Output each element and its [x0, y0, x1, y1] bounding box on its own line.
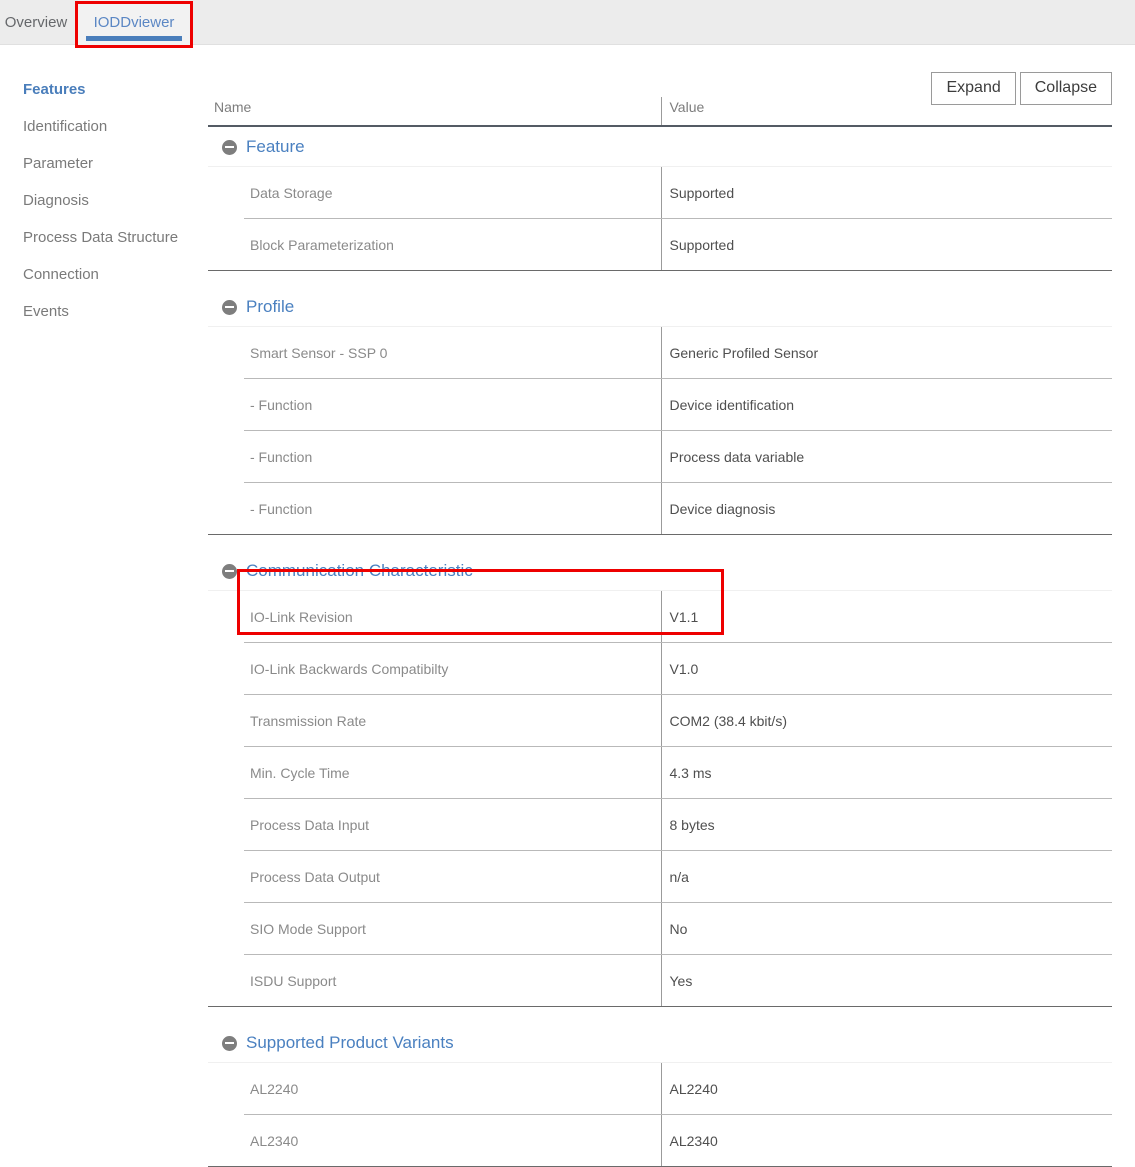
- sidebar-item-label: Events: [23, 303, 69, 320]
- table-header-row: Name Value: [208, 97, 1112, 127]
- sidebar-item-events[interactable]: Events: [23, 303, 69, 320]
- row-name: AL2340: [208, 1114, 661, 1167]
- row-name: IO-Link Backwards Compatibilty: [208, 642, 661, 695]
- row-name: Process Data Output: [208, 850, 661, 903]
- row-name: AL2240: [208, 1062, 661, 1115]
- row-value: Generic Profiled Sensor: [660, 326, 1112, 379]
- sidebar-item-diagnosis[interactable]: Diagnosis: [23, 192, 89, 209]
- sidebar-nav: Features Identification Parameter Diagno…: [0, 45, 205, 829]
- table-row: - Function Device diagnosis: [208, 482, 1112, 535]
- top-tab-bar: Overview IODDviewer: [0, 0, 1135, 45]
- minus-circle-icon[interactable]: [222, 299, 237, 315]
- row-value: AL2240: [660, 1062, 1112, 1115]
- table-row: Block Parameterization Supported: [208, 218, 1112, 271]
- row-value: No: [660, 902, 1112, 955]
- table-row: Min. Cycle Time 4.3 ms: [208, 746, 1112, 799]
- row-name: Block Parameterization: [208, 218, 661, 271]
- minus-circle-icon[interactable]: [222, 139, 237, 155]
- sidebar-item-label: Connection: [23, 266, 99, 283]
- row-name: - Function: [208, 378, 661, 431]
- row-name: ISDU Support: [208, 954, 661, 1007]
- table-row: Data Storage Supported: [208, 166, 1112, 219]
- table-row: Smart Sensor - SSP 0 Generic Profiled Se…: [208, 326, 1112, 379]
- minus-circle-icon[interactable]: [222, 563, 237, 579]
- table-row: IO-Link Backwards Compatibilty V1.0: [208, 642, 1112, 695]
- sidebar-item-process-data-structure[interactable]: Process Data Structure: [23, 229, 178, 246]
- group-toggle-profile[interactable]: Profile: [208, 297, 1112, 317]
- sidebar-item-label: Identification: [23, 118, 108, 135]
- group-spacer: [208, 1007, 1112, 1024]
- group-spacer: [208, 271, 1112, 288]
- tab-overview-label: Overview: [4, 14, 68, 31]
- table-row: IO-Link Revision V1.1: [208, 590, 1112, 643]
- table-row: - Function Process data variable: [208, 430, 1112, 483]
- minus-circle-icon[interactable]: [222, 1035, 237, 1051]
- group-toggle-communication-characteristic[interactable]: Communication Characteristic: [208, 561, 1112, 581]
- row-value: Device identification: [660, 378, 1112, 431]
- group-title: Profile: [246, 297, 295, 316]
- row-name: Min. Cycle Time: [208, 746, 661, 799]
- row-value: 8 bytes: [660, 798, 1112, 851]
- group-toggle-supported-product-variants[interactable]: Supported Product Variants: [208, 1033, 1112, 1053]
- group-header-row[interactable]: Profile: [208, 287, 1112, 327]
- group-toggle-feature[interactable]: Feature: [208, 137, 1112, 157]
- sidebar-item-label: Features: [23, 81, 86, 98]
- table-row-process-data-input: Process Data Input 8 bytes: [208, 798, 1112, 851]
- row-value: Yes: [660, 954, 1112, 1007]
- table-row-process-data-output: Process Data Output n/a: [208, 850, 1112, 903]
- sidebar-item-connection[interactable]: Connection: [23, 266, 99, 283]
- sidebar-item-parameter[interactable]: Parameter: [23, 155, 93, 172]
- row-name: - Function: [208, 430, 661, 483]
- row-name: Smart Sensor - SSP 0: [208, 326, 661, 379]
- sidebar-item-identification[interactable]: Identification: [23, 118, 107, 135]
- tab-overview[interactable]: Overview: [0, 0, 72, 45]
- table-row: SIO Mode Support No: [208, 902, 1112, 955]
- row-name: Data Storage: [208, 166, 661, 219]
- table-row: - Function Device identification: [208, 378, 1112, 431]
- row-value: Supported: [660, 218, 1112, 271]
- row-value: AL2340: [660, 1114, 1112, 1167]
- column-header-value: Value: [660, 97, 1112, 127]
- table-row: Transmission Rate COM2 (38.4 kbit/s): [208, 694, 1112, 747]
- tab-ioddviewer[interactable]: IODDviewer: [78, 0, 190, 45]
- sidebar-item-label: Process Data Structure: [23, 229, 179, 246]
- table-row: AL2340 AL2340: [208, 1114, 1112, 1167]
- sidebar-item-label: Diagnosis: [23, 192, 89, 209]
- row-value: Supported: [660, 166, 1112, 219]
- group-header-row[interactable]: Feature: [208, 126, 1112, 167]
- table-row: AL2240 AL2240: [208, 1062, 1112, 1115]
- row-value: 4.3 ms: [660, 746, 1112, 799]
- row-name: IO-Link Revision: [208, 590, 661, 643]
- row-value: COM2 (38.4 kbit/s): [660, 694, 1112, 747]
- sidebar-item-features[interactable]: Features: [23, 81, 86, 98]
- row-name: - Function: [208, 482, 661, 535]
- group-spacer: [208, 535, 1112, 552]
- iodd-feature-table: Name Value Feature Data Storage Supporte…: [208, 97, 1112, 1167]
- tab-active-underline: [86, 36, 182, 41]
- row-name: Process Data Input: [208, 798, 661, 851]
- group-header-row[interactable]: Communication Characteristic: [208, 551, 1112, 591]
- table-body: Feature Data Storage Supported Block Par…: [208, 126, 1112, 1167]
- group-title: Communication Characteristic: [246, 561, 473, 580]
- row-value: V1.1: [660, 590, 1112, 643]
- table-row: ISDU Support Yes: [208, 954, 1112, 1007]
- row-value: Process data variable: [660, 430, 1112, 483]
- tab-ioddviewer-label: IODDviewer: [93, 14, 175, 31]
- row-value: V1.0: [660, 642, 1112, 695]
- group-title: Supported Product Variants: [246, 1033, 454, 1052]
- group-title: Feature: [246, 137, 305, 156]
- group-header-row[interactable]: Supported Product Variants: [208, 1023, 1112, 1063]
- row-value: Device diagnosis: [660, 482, 1112, 535]
- row-name: SIO Mode Support: [208, 902, 661, 955]
- sidebar-item-label: Parameter: [23, 155, 94, 172]
- row-value: n/a: [660, 850, 1112, 903]
- row-name: Transmission Rate: [208, 694, 661, 747]
- column-header-name: Name: [208, 97, 661, 127]
